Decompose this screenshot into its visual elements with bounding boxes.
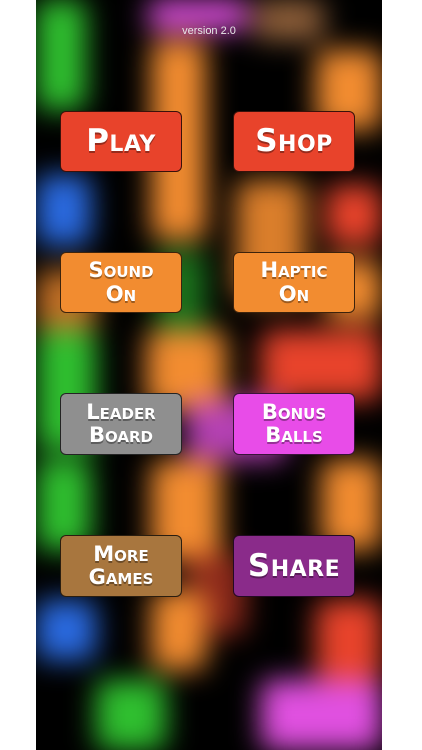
shop-button[interactable]: Shop [233,111,355,172]
play-button[interactable]: Play [60,111,182,172]
sound-toggle-button[interactable]: Sound On [60,252,182,313]
game-menu-screen: version 2.0 Play Shop Sound On Haptic On… [36,0,382,750]
share-label: Share [247,547,341,584]
sound-state: On [105,281,137,306]
more-games-label-line2: Games [88,565,154,589]
version-label: version 2.0 [182,25,236,37]
play-label: Play [86,123,156,160]
bonus-balls-button[interactable]: Bonus Balls [233,393,355,455]
sound-label: Sound [88,258,154,283]
leaderboard-label-line1: Leader [86,399,156,424]
more-games-label-line1: More [93,541,149,566]
bonus-balls-label-line1: Bonus [261,399,327,424]
haptic-label: Haptic [260,258,328,283]
leaderboard-label-line2: Board [89,423,153,447]
shop-label: Shop [255,123,333,160]
more-games-button[interactable]: More Games [60,535,182,597]
leaderboard-button[interactable]: Leader Board [60,393,182,455]
bonus-balls-label-line2: Balls [265,423,323,447]
haptic-state: On [278,281,310,306]
haptic-toggle-button[interactable]: Haptic On [233,252,355,313]
share-button[interactable]: Share [233,535,355,597]
